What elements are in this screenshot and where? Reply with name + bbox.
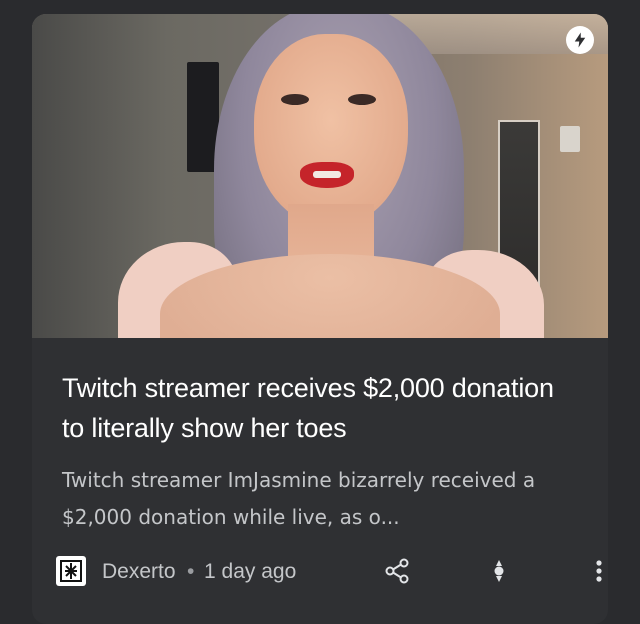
published-time: 1 day ago [204, 560, 297, 583]
separator-dot: • [187, 560, 195, 583]
lightning-bolt-icon [566, 26, 594, 54]
share-button[interactable] [382, 556, 412, 586]
thumbnail-eye-right [348, 94, 376, 105]
news-card[interactable]: Twitch streamer receives $2,000 donation… [32, 14, 608, 624]
thumbnail-eye-left [281, 94, 309, 105]
thumbnail-teeth [313, 171, 341, 178]
article-title[interactable]: Twitch streamer receives $2,000 donation… [62, 368, 582, 448]
article-footer: Dexerto • 1 day ago [56, 554, 602, 588]
interest-control-icon [494, 560, 504, 582]
thumbnail-wall-switch [560, 126, 580, 152]
article-snippet: Twitch streamer ImJasmine bizarrely rece… [62, 468, 536, 529]
more-options-button[interactable] [584, 556, 608, 586]
article-thumbnail[interactable] [32, 14, 608, 338]
interest-control-button[interactable] [484, 556, 514, 586]
publisher-name: Dexerto [102, 560, 176, 583]
share-icon [385, 558, 409, 584]
thumbnail-face [254, 34, 408, 226]
more-vertical-icon [596, 560, 602, 582]
dexerto-logo-icon [56, 556, 86, 586]
